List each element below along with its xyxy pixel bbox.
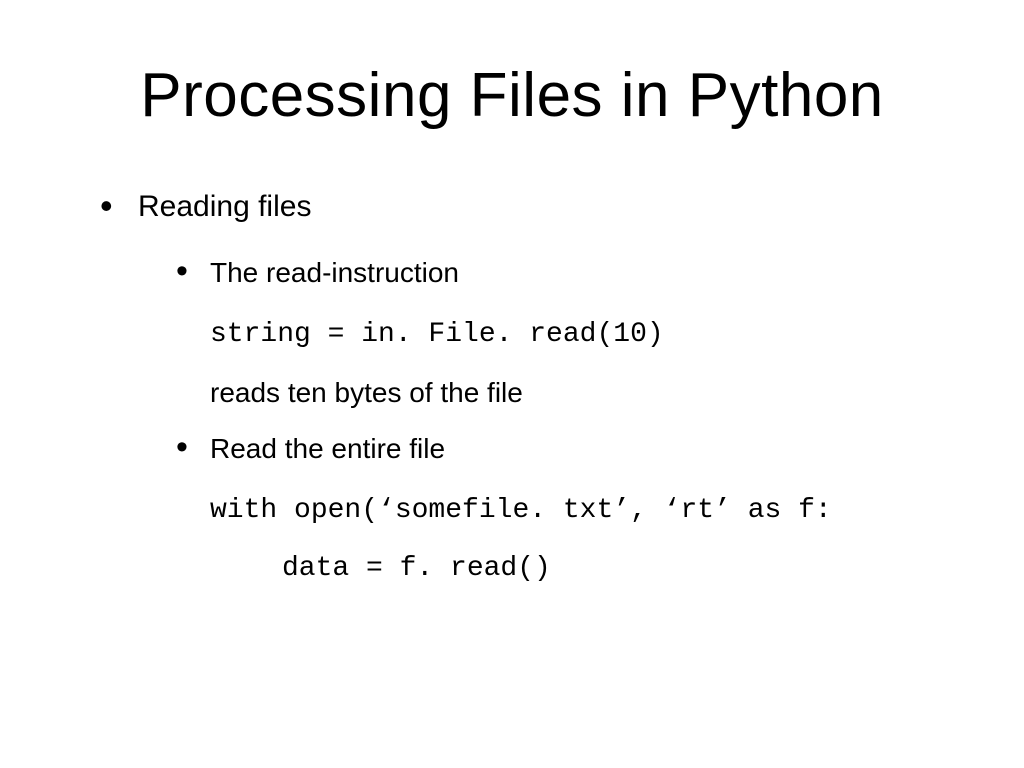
code-line: with open(‘somefile. txt’, ‘rt’ as f:: [210, 493, 954, 529]
bullet-icon: •: [176, 257, 188, 285]
bullet-read-instruction: • The read-instruction: [176, 257, 954, 289]
level2-list: • Read the entire file: [70, 433, 954, 465]
code-block-with-open: with open(‘somefile. txt’, ‘rt’ as f:: [70, 493, 954, 529]
bullet-text: The read-instruction: [210, 257, 459, 289]
level2-list: • The read-instruction: [70, 257, 954, 289]
bullet-icon: •: [176, 433, 188, 461]
code-block-read-n: string = in. File. read(10): [70, 317, 954, 353]
slide-title: Processing Files in Python: [70, 60, 954, 131]
code-line: data = f. read(): [282, 551, 954, 587]
desc-line: reads ten bytes of the file: [210, 375, 954, 411]
slide: Processing Files in Python • Reading fil…: [0, 0, 1024, 768]
bullet-icon: •: [100, 191, 114, 221]
bullet-text: Reading files: [138, 191, 311, 223]
bullet-text: Read the entire file: [210, 433, 445, 465]
bullet-reading-files: • Reading files: [100, 191, 954, 223]
desc-block: reads ten bytes of the file: [70, 375, 954, 411]
bullet-read-entire: • Read the entire file: [176, 433, 954, 465]
code-line: string = in. File. read(10): [210, 317, 954, 353]
code-block-data-read: data = f. read(): [70, 551, 954, 587]
level1-list: • Reading files: [70, 191, 954, 223]
